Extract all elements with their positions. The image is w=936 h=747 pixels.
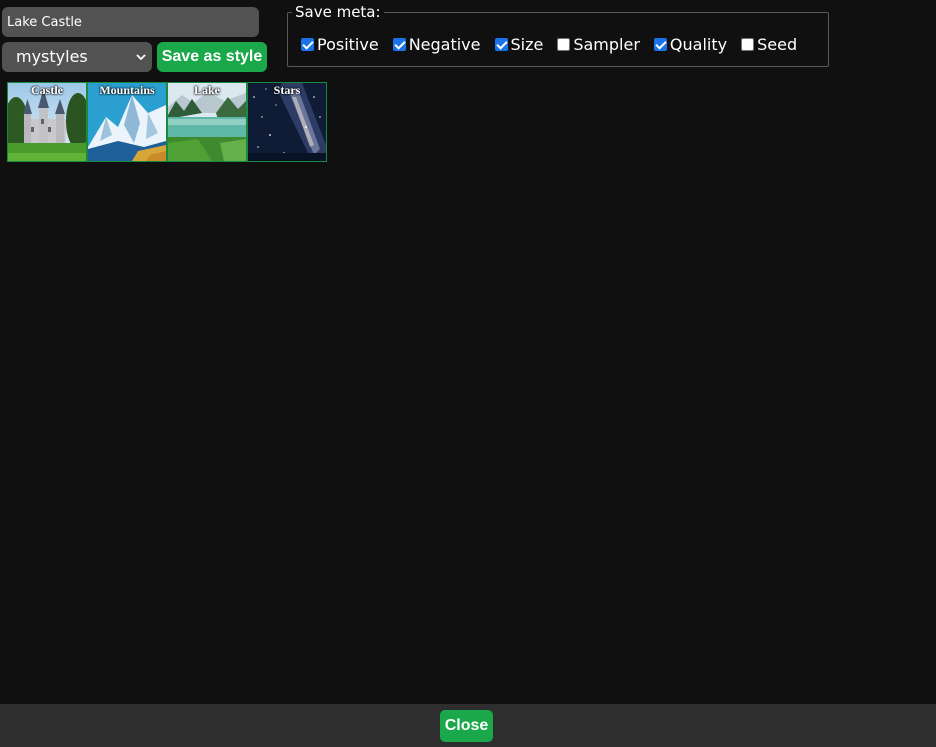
size-label: Size	[510, 34, 544, 54]
thumb-label-stars: Stars	[273, 83, 301, 97]
quality-checkbox[interactable]	[653, 37, 667, 51]
meta-option-negative[interactable]: Negative	[392, 34, 481, 54]
save-meta-legend: Save meta:	[292, 3, 384, 21]
meta-option-quality[interactable]: Quality	[653, 34, 728, 54]
dialog-footer: Close	[0, 704, 936, 747]
style-name-input[interactable]	[2, 7, 259, 37]
save-meta-options: Positive Negative Size Sampler Quality S…	[301, 33, 797, 55]
quality-label: Quality	[669, 34, 728, 54]
meta-option-size[interactable]: Size	[494, 34, 544, 54]
style-gallery: Castle Mountains Lake Stars	[7, 82, 327, 162]
thumb-label-mountains: Mountains	[99, 83, 155, 97]
positive-label: Positive	[317, 34, 379, 54]
chevron-down-icon	[136, 54, 146, 61]
style-thumb-mountains[interactable]: Mountains	[87, 82, 167, 162]
style-thumb-lake[interactable]: Lake	[167, 82, 247, 162]
meta-option-positive[interactable]: Positive	[301, 35, 379, 54]
save-as-style-button[interactable]: Save as style	[157, 42, 267, 72]
positive-checkbox[interactable]	[301, 37, 314, 51]
size-checkbox[interactable]	[494, 37, 508, 51]
thumb-label-castle: Castle	[31, 83, 63, 97]
negative-checkbox[interactable]	[392, 37, 406, 51]
meta-option-sampler[interactable]: Sampler	[557, 35, 640, 54]
style-folder-select-value: mystyles	[16, 47, 88, 66]
thumb-label-lake: Lake	[193, 83, 220, 97]
close-button[interactable]: Close	[440, 710, 493, 742]
sampler-checkbox[interactable]	[557, 37, 571, 51]
negative-label: Negative	[408, 34, 481, 54]
style-folder-select[interactable]: mystyles	[2, 42, 152, 72]
seed-label: Seed	[757, 34, 798, 54]
style-thumb-castle[interactable]: Castle	[7, 82, 87, 162]
style-thumb-stars[interactable]: Stars	[247, 82, 327, 162]
seed-checkbox[interactable]	[741, 37, 755, 51]
meta-option-seed[interactable]: Seed	[741, 35, 797, 54]
sampler-label: Sampler	[573, 34, 640, 54]
